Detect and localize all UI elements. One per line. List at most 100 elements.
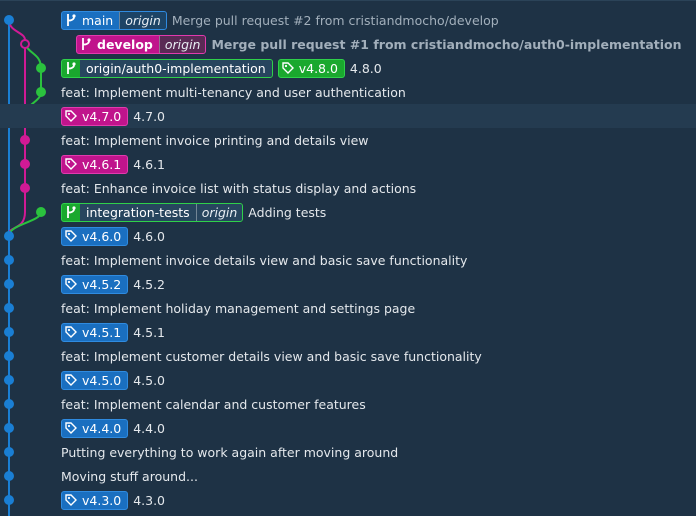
commit-row-content: v4.3.0 4.3.0 xyxy=(61,488,165,512)
commit-row-content: feat: Implement invoice printing and det… xyxy=(61,128,368,152)
commit-row-content: v4.5.1 4.5.1 xyxy=(61,320,165,344)
commit-row[interactable]: feat: Implement invoice printing and det… xyxy=(0,128,696,152)
commit-row[interactable]: main origin Merge pull request #2 from cri… xyxy=(0,8,696,32)
commit-message: Merge pull request #1 from cristiandmoch… xyxy=(211,36,682,52)
tag-badge[interactable]: v4.6.0 xyxy=(61,226,129,246)
git-branch-icon xyxy=(77,36,95,53)
tag-badge[interactable]: v4.5.2 xyxy=(61,274,129,294)
commit-row-content: integration-tests origin Adding tests xyxy=(61,200,326,224)
commit-message: 4.5.2 xyxy=(133,276,166,292)
commit-row-content: v4.6.1 4.6.1 xyxy=(61,152,165,176)
branch-badge[interactable]: integration-tests origin xyxy=(61,202,244,222)
badge-label: v4.7.0 xyxy=(82,108,122,124)
commit-row[interactable]: feat: Implement holiday management and s… xyxy=(0,296,696,320)
commit-message: feat: Implement invoice details view and… xyxy=(61,252,468,268)
tag-icon xyxy=(62,108,80,125)
commit-message: 4.4.0 xyxy=(133,420,166,436)
badge-label: v4.4.0 xyxy=(82,420,122,436)
tag-badge[interactable]: v4.8.0 xyxy=(277,58,345,78)
tag-badge[interactable]: v4.3.0 xyxy=(61,490,129,510)
commit-row[interactable]: feat: Implement multi-tenancy and user a… xyxy=(0,80,696,104)
commit-message: Adding tests xyxy=(248,204,327,220)
commit-row-content: v4.5.0 4.5.0 xyxy=(61,368,165,392)
commit-row-content: develop origin Merge pull request #1 from … xyxy=(76,32,682,56)
commit-row-content: v4.6.0 4.6.0 xyxy=(61,224,165,248)
commit-message: 4.3.0 xyxy=(133,492,166,508)
commit-message: feat: Implement invoice printing and det… xyxy=(61,132,369,148)
commit-message: Putting everything to work again after m… xyxy=(61,444,399,460)
commit-message: feat: Implement calendar and customer fe… xyxy=(61,396,366,412)
commit-row[interactable]: feat: Implement invoice details view and… xyxy=(0,248,696,272)
commit-message: 4.5.1 xyxy=(133,324,166,340)
commit-row[interactable]: Putting everything to work again after m… xyxy=(0,440,696,464)
branch-badge[interactable]: develop origin xyxy=(76,34,207,54)
remote-label: origin xyxy=(119,11,166,29)
commit-row-content: feat: Implement multi-tenancy and user a… xyxy=(61,80,406,104)
tag-badge[interactable]: v4.4.0 xyxy=(61,418,129,438)
commit-row-content: feat: Enhance invoice list with status d… xyxy=(61,176,416,200)
commit-row-content: feat: Implement invoice details view and… xyxy=(61,248,467,272)
tag-badge[interactable]: v4.5.0 xyxy=(61,370,129,390)
tag-icon xyxy=(62,276,80,293)
commit-row[interactable]: v4.5.1 4.5.1 xyxy=(0,320,696,344)
tag-badge[interactable]: v4.7.0 xyxy=(61,106,129,126)
commit-row[interactable]: feat: Implement customer details view an… xyxy=(0,344,696,368)
badge-label: integration-tests xyxy=(80,203,196,221)
commit-row[interactable]: v4.7.0 4.7.0 xyxy=(0,104,696,128)
badge-label: v4.5.1 xyxy=(82,324,122,340)
branch-badge[interactable]: main origin xyxy=(61,10,167,30)
tag-icon xyxy=(62,156,80,173)
commit-row[interactable]: feat: Enhance invoice list with status d… xyxy=(0,176,696,200)
remote-label: origin xyxy=(158,35,206,53)
tag-icon xyxy=(279,60,297,77)
badge-label: main xyxy=(82,12,114,28)
branch-badge[interactable]: origin/auth0-implementation xyxy=(61,58,273,78)
badge-label: v4.5.0 xyxy=(82,372,122,388)
commit-row[interactable]: v4.5.2 4.5.2 xyxy=(0,272,696,296)
badge-label: origin/auth0-implementation xyxy=(80,59,272,77)
commit-message: feat: Enhance invoice list with status d… xyxy=(61,180,417,196)
commit-row[interactable]: integration-tests origin Adding tests xyxy=(0,200,696,224)
commit-row[interactable]: Moving stuff around... xyxy=(0,464,696,488)
badge-label: v4.8.0 xyxy=(298,60,338,76)
commit-row-content: v4.4.0 4.4.0 xyxy=(61,416,165,440)
commit-row-content: Putting everything to work again after m… xyxy=(61,440,398,464)
tag-icon xyxy=(62,372,80,389)
badge-label: v4.3.0 xyxy=(82,492,122,508)
tag-icon xyxy=(62,324,80,341)
commit-message: 4.6.1 xyxy=(133,156,166,172)
commit-row-content: v4.5.2 4.5.2 xyxy=(61,272,165,296)
commit-message: feat: Implement multi-tenancy and user a… xyxy=(61,84,406,100)
commit-message: 4.7.0 xyxy=(133,108,166,124)
top-divider xyxy=(0,0,696,1)
commit-row-content: main origin Merge pull request #2 from cri… xyxy=(61,8,499,32)
commit-message: Merge pull request #2 from cristiandmoch… xyxy=(171,12,499,28)
commit-row-content: v4.7.0 4.7.0 xyxy=(61,104,165,128)
commit-message: feat: Implement holiday management and s… xyxy=(61,300,416,316)
remote-label: origin xyxy=(195,203,243,221)
tag-icon xyxy=(62,228,80,245)
git-branch-icon xyxy=(62,204,80,221)
commit-row[interactable]: origin/auth0-implementation v4.8.0 4.8.0 xyxy=(0,56,696,80)
commit-message: Moving stuff around... xyxy=(61,468,198,484)
commit-message: 4.8.0 xyxy=(349,60,382,76)
commit-row-content: feat: Implement calendar and customer fe… xyxy=(61,392,366,416)
commit-row-content: origin/auth0-implementation v4.8.0 4.8.0 xyxy=(61,56,382,80)
tag-badge[interactable]: v4.5.1 xyxy=(61,322,129,342)
commit-message: 4.5.0 xyxy=(133,372,166,388)
commit-row-content: feat: Implement customer details view an… xyxy=(61,344,482,368)
commit-row[interactable]: v4.6.0 4.6.0 xyxy=(0,224,696,248)
badge-label: develop xyxy=(97,36,153,52)
commit-row[interactable]: v4.5.0 4.5.0 xyxy=(0,368,696,392)
commit-message: 4.6.0 xyxy=(133,228,166,244)
commit-row[interactable]: develop origin Merge pull request #1 from … xyxy=(0,32,696,56)
commit-row[interactable]: v4.3.0 4.3.0 xyxy=(0,488,696,512)
tag-badge[interactable]: v4.6.1 xyxy=(61,154,129,174)
commit-row[interactable]: feat: Implement calendar and customer fe… xyxy=(0,392,696,416)
badge-label: v4.5.2 xyxy=(82,276,122,292)
git-branch-icon xyxy=(62,60,80,77)
commit-row[interactable]: v4.4.0 4.4.0 xyxy=(0,416,696,440)
commit-row[interactable]: v4.6.1 4.6.1 xyxy=(0,152,696,176)
badge-label: v4.6.0 xyxy=(82,228,122,244)
commit-row-content: feat: Implement holiday management and s… xyxy=(61,296,415,320)
